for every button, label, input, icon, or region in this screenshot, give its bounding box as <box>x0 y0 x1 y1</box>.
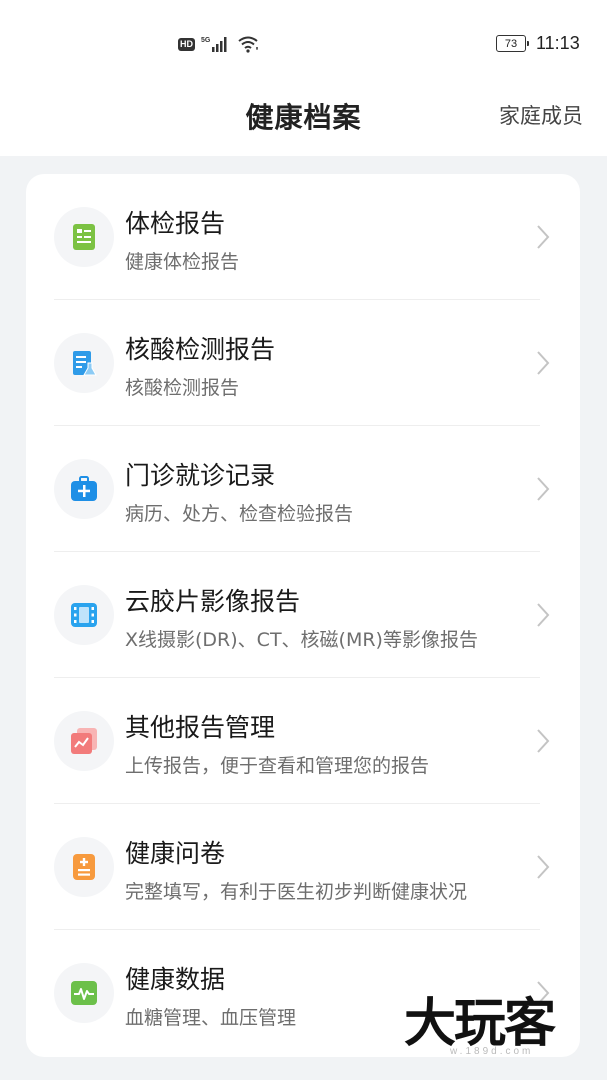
chevron-right-icon <box>537 225 550 249</box>
list-item-other-reports[interactable]: 其他报告管理 上传报告，便于查看和管理您的报告 <box>26 678 580 804</box>
chevron-right-icon <box>537 351 550 375</box>
battery-indicator: 73 <box>496 35 529 52</box>
health-data-icon <box>54 963 114 1023</box>
item-title: 体检报告 <box>125 209 226 238</box>
records-list: 体检报告 健康体检报告 核酸检测报告 核酸检测报告 门诊就诊记录 病历、处方、检… <box>26 174 580 1057</box>
film-icon <box>54 585 114 645</box>
status-icons: HD 5G <box>178 34 261 54</box>
item-subtitle: 上传报告，便于查看和管理您的报告 <box>125 755 430 777</box>
physical-exam-report-icon <box>54 207 114 267</box>
cellular-signal-icon: 5G <box>201 37 227 52</box>
report-cards-icon <box>54 711 114 771</box>
nucleic-acid-test-icon <box>54 333 114 393</box>
wifi-icon <box>238 36 258 53</box>
battery-level: 73 <box>504 37 518 50</box>
list-item-nucleic-acid[interactable]: 核酸检测报告 核酸检测报告 <box>26 300 580 426</box>
family-members-link[interactable]: 家庭成员 <box>499 100 583 130</box>
watermark-url: w.189d.com <box>450 1046 534 1057</box>
item-title: 核酸检测报告 <box>125 335 276 364</box>
questionnaire-icon <box>54 837 114 897</box>
item-title: 其他报告管理 <box>125 713 276 742</box>
chevron-right-icon <box>537 477 550 501</box>
watermark-text: 大玩客 <box>404 994 556 1054</box>
list-item-health-questionnaire[interactable]: 健康问卷 完整填写，有利于医生初步判断健康状况 <box>26 804 580 930</box>
item-title: 健康数据 <box>125 965 226 994</box>
item-subtitle: 血糖管理、血压管理 <box>125 1007 297 1029</box>
item-subtitle: 完整填写，有利于医生初步判断健康状况 <box>125 881 468 903</box>
item-title: 健康问卷 <box>125 839 226 868</box>
item-subtitle: 健康体检报告 <box>125 251 240 273</box>
status-time: 11:13 <box>536 33 580 53</box>
chevron-right-icon <box>537 603 550 627</box>
chevron-right-icon <box>537 729 550 753</box>
hd-badge: HD <box>178 37 195 51</box>
item-subtitle: 核酸检测报告 <box>125 377 240 399</box>
status-bar: HD 5G 73 11:13 <box>0 0 607 88</box>
list-item-cloud-film[interactable]: 云胶片影像报告 X线摄影(DR)、CT、核磁(MR)等影像报告 <box>26 552 580 678</box>
svg-text:5G: 5G <box>201 37 211 44</box>
item-subtitle: 病历、处方、检查检验报告 <box>125 503 354 525</box>
item-title: 云胶片影像报告 <box>125 587 301 616</box>
medical-kit-icon <box>54 459 114 519</box>
list-item-outpatient-records[interactable]: 门诊就诊记录 病历、处方、检查检验报告 <box>26 426 580 552</box>
chevron-right-icon <box>537 855 550 879</box>
item-subtitle: X线摄影(DR)、CT、核磁(MR)等影像报告 <box>125 629 478 651</box>
item-title: 门诊就诊记录 <box>125 461 276 490</box>
list-item-physical-exam[interactable]: 体检报告 健康体检报告 <box>26 174 580 300</box>
watermark-logo: 大玩客 w.189d.com <box>404 994 594 1060</box>
